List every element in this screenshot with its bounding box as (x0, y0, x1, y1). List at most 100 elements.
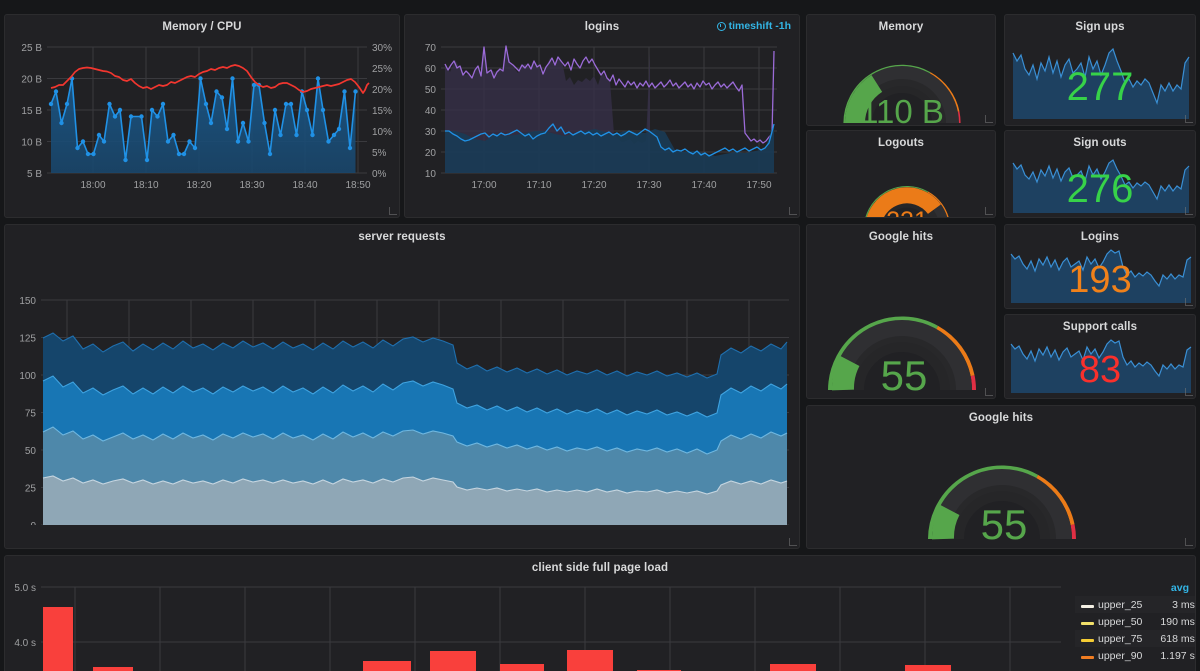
panel-logins-graph[interactable]: logins timeshift -1h (404, 14, 800, 218)
svg-text:18:40: 18:40 (292, 180, 317, 190)
svg-text:150: 150 (19, 296, 36, 307)
panel-title-sign-ups[interactable]: Sign ups (1005, 15, 1195, 34)
panel-resize-handle[interactable] (985, 115, 993, 123)
memory-gauge-value: 110 B (860, 93, 944, 126)
legend-row[interactable]: upper_25 3 ms (1075, 596, 1196, 613)
panel-resize-handle[interactable] (789, 207, 797, 215)
panel-resize-handle[interactable] (1185, 298, 1193, 306)
page-load-legend: avg upper_25 3 ms upper_50 190 ms (1075, 582, 1195, 664)
sign-outs-value: 276 (1005, 169, 1195, 209)
timeshift-label: timeshift -1h (729, 20, 791, 32)
panel-memory-cpu[interactable]: Memory / CPU (4, 14, 400, 218)
svg-text:10: 10 (425, 169, 437, 180)
panel-sign-ups[interactable]: Sign ups 277 (1004, 14, 1196, 126)
svg-text:5%: 5% (372, 148, 387, 159)
legend-row[interactable]: upper_75 618 ms (1075, 630, 1196, 647)
memory-cpu-legend: memory cpu (13, 215, 391, 218)
panel-title-memory-gauge[interactable]: Memory (807, 15, 995, 34)
grafana-dashboard: Memory / CPU (0, 0, 1200, 671)
legend-name-upper-75: upper_75 (1098, 630, 1160, 647)
panel-logouts-gauge[interactable]: Logouts 221 (806, 130, 996, 218)
legend-swatch-cell (1075, 596, 1098, 613)
svg-text:0: 0 (30, 521, 36, 525)
legend-value-upper-75: 618 ms (1160, 630, 1196, 647)
panel-resize-handle[interactable] (985, 207, 993, 215)
svg-text:18:20: 18:20 (186, 180, 211, 190)
svg-text:18:30: 18:30 (239, 180, 264, 190)
svg-text:17:10: 17:10 (526, 180, 551, 190)
svg-text:17:20: 17:20 (581, 180, 606, 190)
logins-stat-value: 193 (1005, 261, 1195, 299)
legend-item-cpu[interactable]: cpu (356, 216, 391, 218)
svg-text:50: 50 (425, 85, 437, 96)
panel-title-memory-cpu[interactable]: Memory / CPU (5, 15, 399, 34)
panel-resize-handle[interactable] (1185, 115, 1193, 123)
legend-swatch-cell (1075, 647, 1098, 664)
google-hits-gauge-small: 55 (807, 245, 996, 399)
legend-swatch-upper-50 (1081, 622, 1094, 625)
svg-text:15 B: 15 B (21, 106, 42, 117)
svg-text:17:40: 17:40 (691, 180, 716, 190)
svg-text:50: 50 (25, 446, 37, 457)
panel-google-hits-large[interactable]: Google hits 55 (806, 405, 1196, 549)
svg-text:17:30: 17:30 (636, 180, 661, 190)
svg-text:60: 60 (425, 64, 437, 75)
legend-label-memory: memory (31, 216, 69, 218)
svg-text:15%: 15% (372, 106, 392, 117)
panel-title-google-hits-small[interactable]: Google hits (807, 225, 995, 244)
panel-memory-gauge[interactable]: Memory 110 B (806, 14, 996, 126)
legend-table: upper_25 3 ms upper_50 190 ms upper_75 6… (1075, 596, 1196, 664)
clock-icon (717, 22, 726, 31)
logins-plot: 70 60 50 40 30 20 10 17:00 17:10 17:20 1… (405, 35, 800, 190)
server-requests-plot: 150 125 100 75 50 25 0 17:55 18:00 18:05… (5, 245, 800, 525)
svg-text:20 B: 20 B (21, 75, 42, 86)
panel-title-support-calls[interactable]: Support calls (1005, 315, 1195, 334)
svg-text:125: 125 (19, 334, 36, 345)
legend-item-memory[interactable]: memory (13, 216, 69, 218)
panel-resize-handle[interactable] (389, 207, 397, 215)
panel-logins-stat[interactable]: Logins 193 (1004, 224, 1196, 309)
google-hits-gauge-large: 55 (807, 426, 1196, 549)
legend-name-upper-25: upper_25 (1098, 596, 1160, 613)
panel-resize-handle[interactable] (1185, 538, 1193, 546)
panel-title-logouts-gauge[interactable]: Logouts (807, 131, 995, 150)
svg-text:17:50: 17:50 (746, 180, 771, 190)
panel-title-page-load[interactable]: client side full page load (5, 556, 1195, 575)
memory-cpu-plot: 25 B 20 B 15 B 10 B 5 B 30% 25% 20% 15% … (5, 35, 400, 190)
legend-swatch-upper-75 (1081, 639, 1094, 642)
legend-label-logins: logins (431, 216, 458, 218)
svg-text:30%: 30% (372, 43, 392, 54)
legend-row[interactable]: upper_50 190 ms (1075, 613, 1196, 630)
svg-text:25%: 25% (372, 64, 392, 75)
svg-text:18:10: 18:10 (133, 180, 158, 190)
legend-value-upper-25: 3 ms (1160, 596, 1196, 613)
panel-resize-handle[interactable] (1185, 388, 1193, 396)
panel-page-load[interactable]: client side full page load 5.0 s (4, 555, 1196, 671)
logins-legend: logins logins (-1 hour) (413, 215, 791, 218)
panel-title-sign-outs[interactable]: Sign outs (1005, 131, 1195, 150)
panel-title-logins-stat[interactable]: Logins (1005, 225, 1195, 244)
legend-swatch-cell (1075, 613, 1098, 630)
panel-title-google-hits-large[interactable]: Google hits (807, 406, 1195, 425)
panel-resize-handle[interactable] (1185, 207, 1193, 215)
panel-google-hits-small[interactable]: Google hits 55 (806, 224, 996, 399)
svg-text:70: 70 (425, 43, 437, 54)
svg-text:10%: 10% (372, 127, 392, 138)
legend-item-logins-shifted[interactable]: logins (-1 hour) (472, 216, 561, 218)
svg-text:30: 30 (425, 127, 437, 138)
panel-resize-handle[interactable] (789, 538, 797, 546)
panel-sign-outs[interactable]: Sign outs 276 (1004, 130, 1196, 218)
legend-item-logins[interactable]: logins (413, 216, 458, 218)
svg-text:25: 25 (25, 484, 37, 495)
panel-server-requests[interactable]: server requests (4, 224, 800, 549)
svg-text:17:00: 17:00 (471, 180, 496, 190)
svg-text:0%: 0% (372, 169, 387, 180)
svg-text:18:00: 18:00 (80, 180, 105, 190)
panel-support-calls[interactable]: Support calls 83 (1004, 314, 1196, 399)
panel-resize-handle[interactable] (985, 388, 993, 396)
legend-row[interactable]: upper_90 1.197 s (1075, 647, 1196, 664)
panel-title-server-requests[interactable]: server requests (5, 225, 799, 244)
legend-swatch-upper-90 (1081, 656, 1094, 659)
logouts-gauge: 221 (807, 151, 996, 218)
svg-text:20: 20 (425, 148, 437, 159)
